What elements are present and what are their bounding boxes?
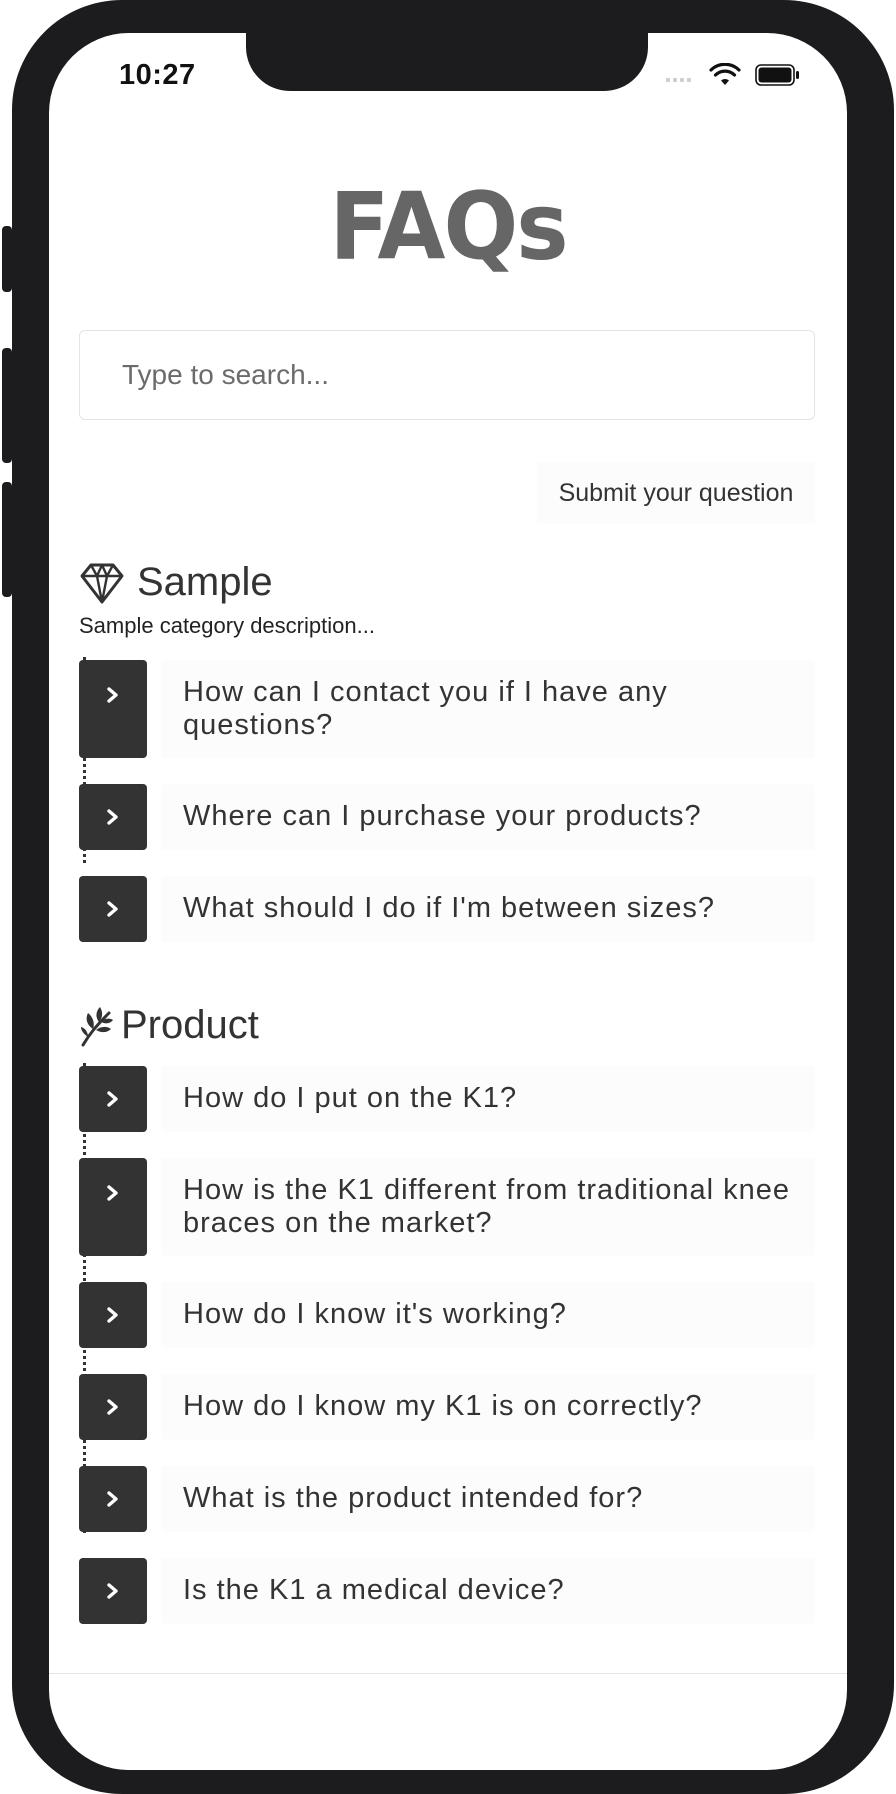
category-description: Sample category description... [79, 613, 375, 638]
faq-question: Where can I purchase your products? [183, 800, 702, 832]
category-header-product: Product [79, 1003, 259, 1048]
chevron-right-icon [107, 1185, 118, 1201]
screen: 10:27 FAQs Submit your question Sample S… [49, 33, 847, 1770]
search-input[interactable] [79, 330, 815, 420]
page-title: FAQs [329, 172, 568, 281]
faq-question: Is the K1 a medical device? [183, 1574, 565, 1606]
faq-item[interactable]: What should I do if I'm between sizes? [79, 876, 815, 942]
category-title: Sample [137, 560, 273, 604]
expand-button[interactable] [79, 876, 147, 942]
expand-button[interactable] [79, 1374, 147, 1440]
faq-question: How do I know my K1 is on correctly? [183, 1390, 703, 1422]
expand-button[interactable] [79, 1558, 147, 1624]
wifi-icon [709, 63, 741, 85]
faq-item[interactable]: Where can I purchase your products? [79, 784, 815, 850]
chevron-right-icon [107, 1491, 118, 1507]
expand-button[interactable] [79, 1158, 147, 1256]
faq-question: How do I know it's working? [183, 1298, 567, 1330]
faq-item[interactable]: How do I put on the K1? [79, 1066, 815, 1132]
volume-up-button [2, 348, 12, 463]
chevron-right-icon [107, 809, 118, 825]
chevron-right-icon [107, 1399, 118, 1415]
faq-question: How can I contact you if I have any ques… [183, 676, 668, 741]
faq-item[interactable]: How can I contact you if I have any ques… [79, 660, 815, 758]
expand-button[interactable] [79, 1466, 147, 1532]
submit-question-button[interactable]: Submit your question [537, 462, 815, 524]
faq-item[interactable]: Is the K1 a medical device? [79, 1558, 815, 1624]
faq-question: How do I put on the K1? [183, 1082, 518, 1114]
faq-item[interactable]: How is the K1 different from traditional… [79, 1158, 815, 1256]
diamond-icon [80, 563, 124, 603]
volume-down-button [2, 482, 12, 597]
chevron-right-icon [107, 1091, 118, 1107]
chevron-right-icon [107, 1583, 118, 1599]
faq-question: What should I do if I'm between sizes? [183, 892, 715, 924]
category-header-sample: Sample [79, 560, 273, 605]
power-button [884, 348, 894, 518]
expand-button[interactable] [79, 660, 147, 758]
chevron-right-icon [107, 1307, 118, 1323]
expand-button[interactable] [79, 1282, 147, 1348]
expand-button[interactable] [79, 1066, 147, 1132]
leaf-icon [81, 1006, 113, 1046]
bottom-divider [49, 1673, 847, 1674]
faq-item[interactable]: How do I know it's working? [79, 1282, 815, 1348]
faq-question: What is the product intended for? [183, 1482, 644, 1514]
chevron-right-icon [107, 687, 118, 703]
chevron-right-icon [107, 901, 118, 917]
status-time: 10:27 [119, 59, 196, 91]
notch [246, 33, 648, 91]
expand-button[interactable] [79, 784, 147, 850]
faq-item[interactable]: What is the product intended for? [79, 1466, 815, 1532]
signal-icon [666, 78, 691, 82]
faq-item[interactable]: How do I know my K1 is on correctly? [79, 1374, 815, 1440]
mute-switch [2, 226, 12, 292]
faq-question: How is the K1 different from traditional… [183, 1174, 791, 1239]
battery-icon [755, 64, 799, 86]
category-title: Product [121, 1003, 259, 1047]
